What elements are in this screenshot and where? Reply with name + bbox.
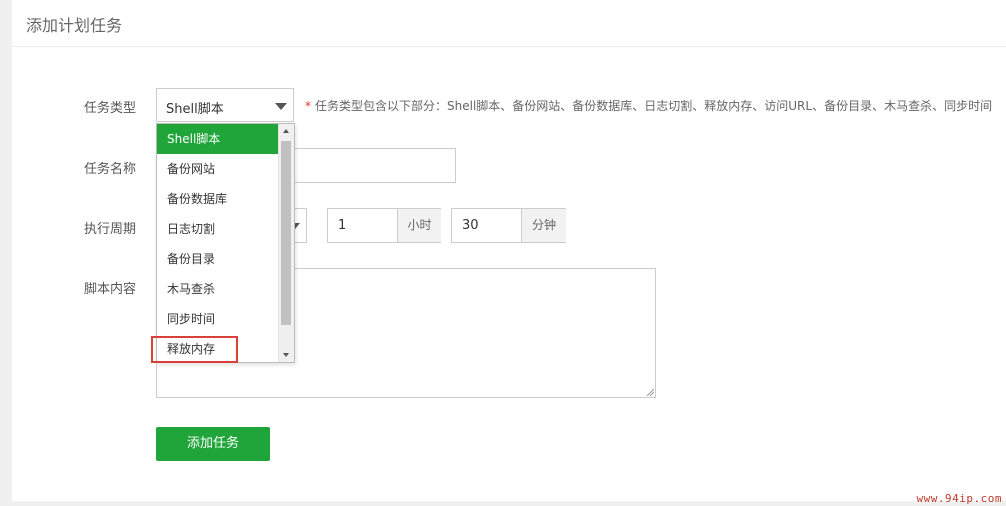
highlight-annotation [151, 336, 238, 363]
dropdown-option[interactable]: 备份数据库 [157, 184, 279, 214]
scroll-up-icon[interactable] [283, 129, 289, 133]
period-label: 执行周期 [84, 222, 137, 237]
hour-unit: 小时 [397, 209, 441, 242]
task-type-value: Shell脚本 [166, 102, 224, 117]
dropdown-option[interactable]: 木马查杀 [157, 274, 279, 304]
minute-input-group: 30 分钟 [451, 208, 566, 243]
dropdown-scrollbar[interactable] [278, 124, 294, 362]
task-type-dropdown: Shell脚本 备份网站 备份数据库 日志切割 备份目录 木马查杀 同步时间 释放内存 [156, 123, 295, 363]
task-type-hint: * 任务类型包含以下部分：Shell脚本、备份网站、备份数据库、日志切割、释放内存… [305, 97, 992, 114]
resize-grip-icon[interactable] [646, 388, 654, 396]
task-type-hint-text: 任务类型包含以下部分：Shell脚本、备份网站、备份数据库、日志切割、释放内存、… [315, 99, 993, 113]
dropdown-option[interactable]: Shell脚本 [157, 124, 279, 154]
hour-input-group: 1 小时 [327, 208, 441, 243]
dropdown-option[interactable]: 备份网站 [157, 154, 279, 184]
dropdown-option[interactable]: 备份目录 [157, 244, 279, 274]
title-divider [12, 46, 1006, 47]
scroll-thumb[interactable] [281, 141, 291, 325]
page-title: 添加计划任务 [26, 16, 123, 35]
dropdown-option[interactable]: 同步时间 [157, 304, 279, 334]
add-task-button[interactable]: 添加任务 [156, 427, 270, 461]
task-type-select[interactable]: Shell脚本 [156, 88, 294, 122]
script-label: 脚本内容 [84, 282, 137, 297]
watermark: www.94ip.com [916, 492, 1002, 505]
required-star: * [305, 99, 311, 113]
minute-input[interactable]: 30 [452, 209, 521, 242]
task-type-label: 任务类型 [84, 101, 137, 116]
form-panel: 添加计划任务 任务类型 Shell脚本 * 任务类型包含以下部分：Shell脚本、… [12, 0, 1006, 501]
dropdown-option[interactable]: 日志切割 [157, 214, 279, 244]
hour-input[interactable]: 1 [328, 209, 397, 242]
chevron-down-icon [275, 103, 287, 110]
dropdown-options: Shell脚本 备份网站 备份数据库 日志切割 备份目录 木马查杀 同步时间 释放内存 [157, 124, 279, 362]
task-name-label: 任务名称 [84, 162, 137, 177]
scroll-down-icon[interactable] [283, 353, 289, 357]
minute-unit: 分钟 [521, 209, 566, 242]
